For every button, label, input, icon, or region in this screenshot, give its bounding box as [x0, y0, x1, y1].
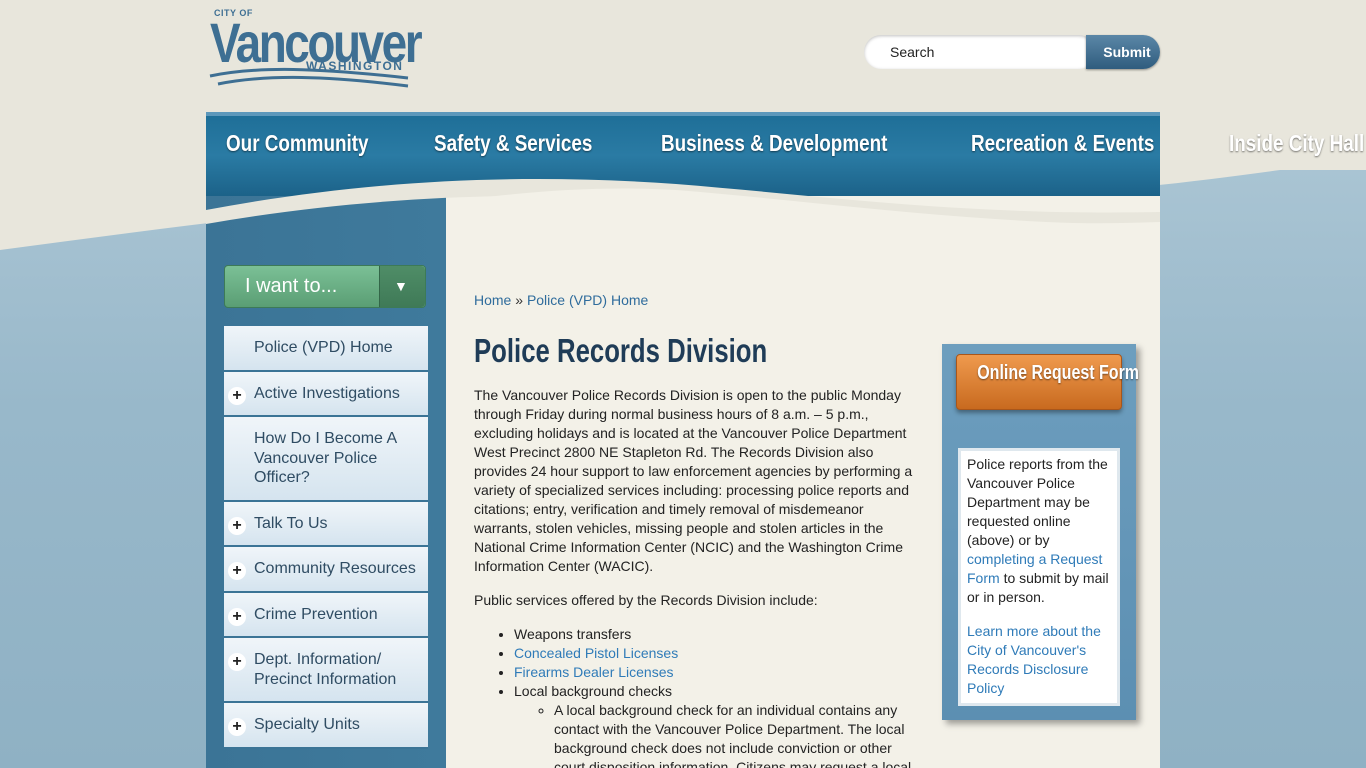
list-item: Firearms Dealer Licenses [514, 663, 918, 682]
sidebar-item-label: Talk To Us [254, 514, 328, 532]
request-info-text: Police reports from the Vancouver Police… [967, 455, 1111, 607]
concealed-pistol-link[interactable]: Concealed Pistol Licenses [514, 645, 678, 661]
nav-item-our-community[interactable]: Our Community [226, 130, 369, 157]
page-body: The Vancouver Police Records Division is… [474, 386, 918, 768]
sidebar-item-active-investigations[interactable]: + Active Investigations [224, 371, 428, 417]
services-heading: Public services offered by the Records D… [474, 592, 818, 608]
sidebar-item-label: Police (VPD) Home [254, 339, 393, 356]
chevron-down-icon: ▼ [394, 278, 408, 294]
request-button-label: Online Request Form [977, 362, 1140, 384]
disclosure-policy-link[interactable]: Learn more about the City of Vancouver's… [967, 623, 1101, 696]
i-want-to-label: I want to... [245, 275, 338, 297]
site-header: CITY OF Vancouver WASHINGTON Submit [0, 0, 1366, 112]
expand-plus-icon[interactable]: + [228, 386, 246, 405]
expand-plus-icon[interactable]: + [228, 653, 246, 671]
sidebar-item-become-officer[interactable]: How Do I Become A Vancouver Police Offic… [224, 417, 428, 502]
request-panel: Online Request Form Police reports from … [942, 344, 1139, 720]
list-item: Weapons transfers [514, 625, 918, 644]
site-search: Submit [864, 35, 1160, 69]
sidebar-item-label: How Do I Become A Vancouver Police Offic… [254, 430, 397, 486]
main-nav: Our Community Safety & Services Business… [206, 112, 1364, 204]
breadcrumb-home-link[interactable]: Home [474, 292, 511, 308]
sidebar-item-crime-prevention[interactable]: + Crime Prevention [224, 592, 428, 638]
search-submit-button[interactable]: Submit [1086, 35, 1160, 69]
sidebar-item-label: Active Investigations [254, 384, 400, 402]
list-item: Local background checks A local backgrou… [514, 682, 918, 768]
sidebar-item-dept-information[interactable]: + Dept. Information/ Precinct Informatio… [224, 638, 428, 703]
nav-item-inside-city-hall[interactable]: Inside City Hall [1229, 130, 1364, 157]
expand-plus-icon[interactable]: + [228, 562, 246, 580]
sidebar-item-label: Crime Prevention [254, 605, 378, 623]
sidebar-item-talk-to-us[interactable]: + Talk To Us [224, 501, 428, 547]
service-label: Weapons transfers [514, 626, 632, 642]
city-logo[interactable]: CITY OF Vancouver WASHINGTON [208, 6, 423, 94]
sidebar-item-police-home[interactable]: Police (VPD) Home [224, 326, 428, 372]
intro-paragraph: The Vancouver Police Records Division is… [474, 387, 913, 574]
request-info-box: Police reports from the Vancouver Police… [958, 448, 1120, 706]
nav-item-recreation-events[interactable]: Recreation & Events [971, 130, 1154, 157]
sidebar-item-community-resources[interactable]: + Community Resources [224, 547, 428, 593]
page-title: Police Records Division [474, 332, 768, 369]
expand-plus-icon[interactable]: + [228, 607, 246, 626]
firearms-dealer-link[interactable]: Firearms Dealer Licenses [514, 664, 674, 680]
expand-plus-icon[interactable]: + [228, 718, 246, 736]
sidebar-item-specialty-units[interactable]: + Specialty Units [224, 703, 428, 749]
sidebar-item-label: Community Resources [254, 560, 416, 577]
service-label: Local background checks [514, 683, 672, 699]
nav-item-business-development[interactable]: Business & Development [661, 130, 887, 157]
request-text-before: Police reports from the Vancouver Police… [967, 456, 1108, 548]
background-sublist: A local background check for an individu… [554, 701, 918, 768]
breadcrumb-current-link[interactable]: Police (VPD) Home [527, 292, 648, 308]
section-nav: Police (VPD) Home + Active Investigation… [224, 326, 428, 749]
sidebar: I want to... ▼ Police (VPD) Home + Activ… [206, 196, 446, 768]
sidebar-item-label: Specialty Units [254, 716, 360, 733]
sidebar-item-label: Dept. Information/ Precinct Information [254, 651, 397, 688]
breadcrumb-separator: » [515, 292, 524, 308]
list-item: Concealed Pistol Licenses [514, 644, 918, 663]
search-input[interactable] [864, 35, 1096, 69]
page-frame: Our Community Safety & Services Business… [206, 112, 1364, 768]
disclosure-policy-paragraph: Learn more about the City of Vancouver's… [967, 622, 1111, 698]
i-want-to-dropdown[interactable]: I want to... ▼ [224, 265, 426, 308]
main-content: Home » Police (VPD) Home Police Records … [446, 196, 1160, 768]
expand-plus-icon[interactable]: + [228, 516, 246, 535]
nav-item-safety-services[interactable]: Safety & Services [434, 130, 592, 157]
breadcrumb: Home » Police (VPD) Home [474, 292, 648, 308]
online-request-form-button[interactable]: Online Request Form [956, 354, 1139, 410]
services-list: Weapons transfers Concealed Pistol Licen… [514, 625, 918, 768]
list-item: A local background check for an individu… [554, 701, 918, 768]
dropdown-toggle[interactable]: ▼ [379, 266, 425, 307]
logo-wave-icon [209, 67, 409, 88]
